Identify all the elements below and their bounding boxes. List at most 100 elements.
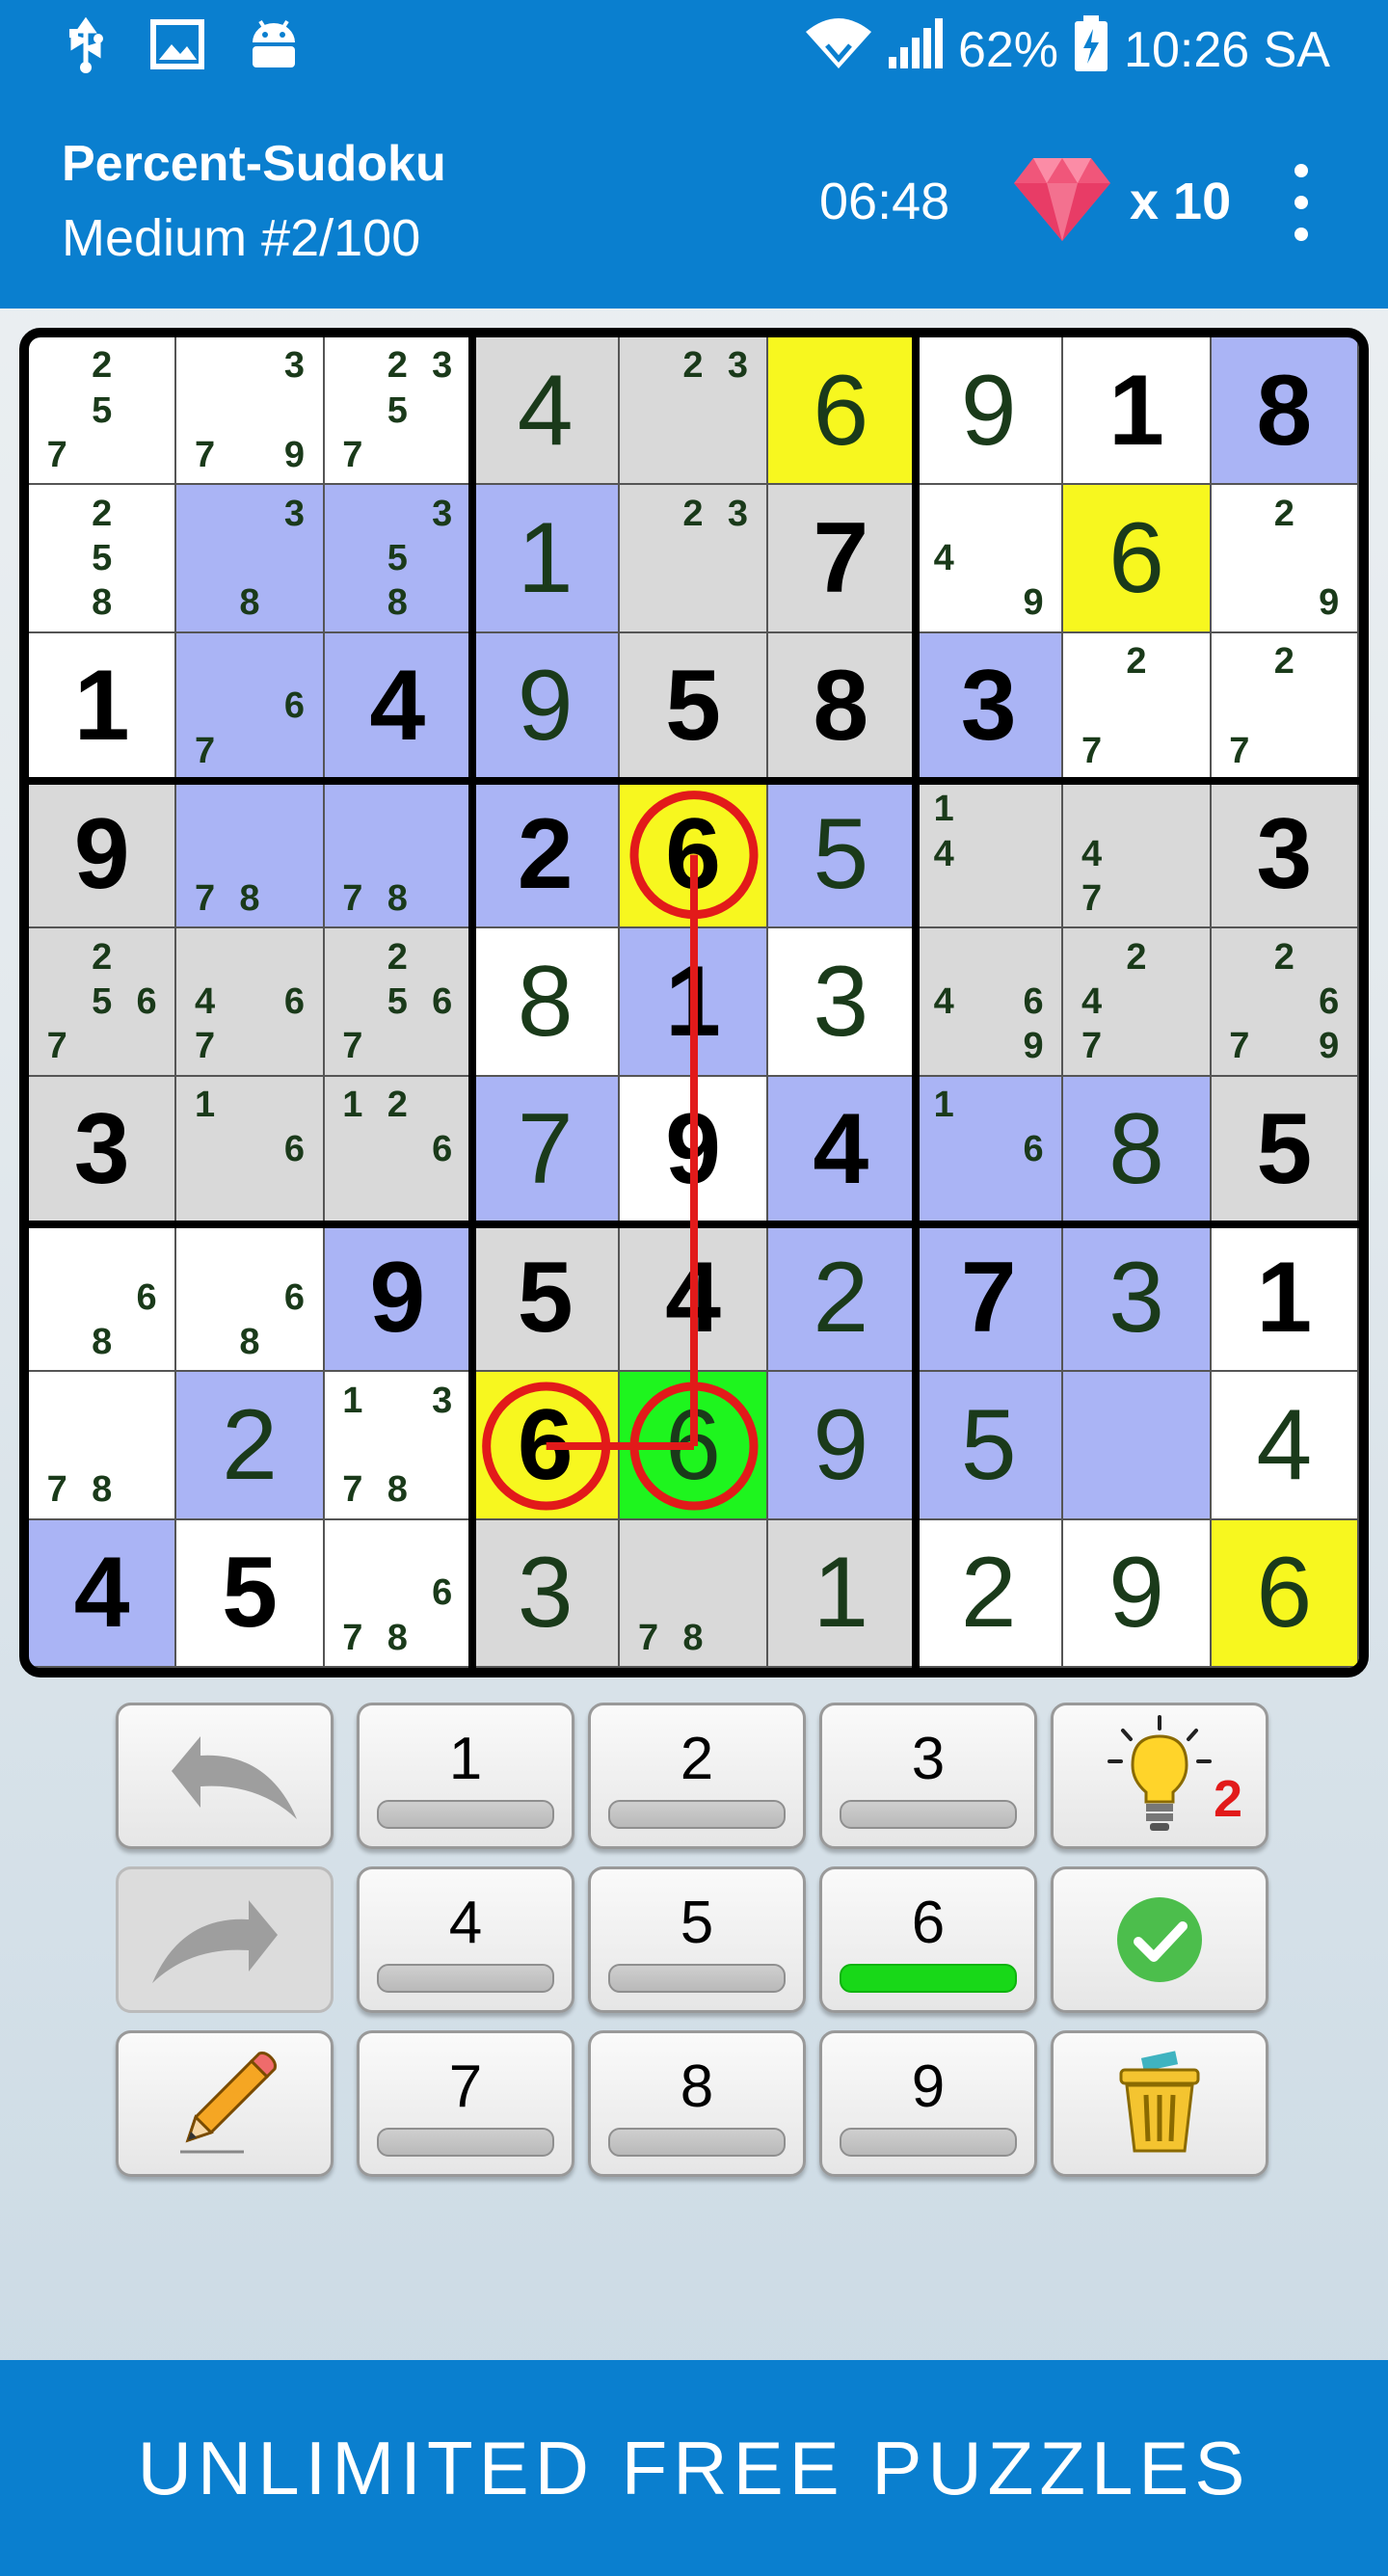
sudoku-cell[interactable]: 9 (324, 1224, 472, 1373)
sudoku-cell[interactable]: 2 (916, 1519, 1064, 1668)
sudoku-cell[interactable]: 257 (29, 337, 177, 486)
sudoku-cell[interactable]: 23 (620, 485, 768, 633)
sudoku-cell[interactable]: 6 (620, 781, 768, 929)
sudoku-cell[interactable]: 47 (1063, 781, 1212, 929)
sudoku-cell[interactable]: 6 (767, 337, 916, 486)
sudoku-cell[interactable]: 8 (767, 632, 916, 781)
sudoku-cell[interactable]: 14 (916, 781, 1064, 929)
number-key-6[interactable]: 6 (819, 1866, 1037, 2013)
sudoku-cell[interactable]: 5 (472, 1224, 621, 1373)
sudoku-cell[interactable]: 78 (324, 781, 472, 929)
sudoku-cell[interactable]: 16 (916, 1076, 1064, 1224)
sudoku-cell[interactable]: 6 (472, 1372, 621, 1520)
sudoku-cell[interactable]: 1 3 78 (324, 1372, 472, 1520)
sudoku-cell[interactable]: 23 (620, 337, 768, 486)
sudoku-cell[interactable]: 38 (176, 485, 325, 633)
check-button[interactable] (1051, 1866, 1268, 2013)
sudoku-cell[interactable]: 4 (472, 337, 621, 486)
sudoku-cell[interactable]: 3 (767, 928, 916, 1077)
sudoku-cell[interactable]: 4 6 7 (176, 928, 325, 1077)
promo-banner[interactable]: UNLIMITED FREE PUZZLES (0, 2360, 1388, 2576)
sudoku-cell[interactable]: 4 (324, 632, 472, 781)
more-options-icon[interactable] (1282, 164, 1321, 241)
number-key-9[interactable]: 9 (819, 2030, 1037, 2177)
delete-button[interactable] (1051, 2030, 1268, 2177)
number-key-8[interactable]: 8 (588, 2030, 806, 2177)
undo-button[interactable] (116, 1703, 334, 1849)
sudoku-cell[interactable]: 358 (324, 485, 472, 633)
sudoku-cell[interactable]: 9 (620, 1076, 768, 1224)
number-key-1[interactable]: 1 (357, 1703, 574, 1849)
sudoku-cell[interactable]: 2 (767, 1224, 916, 1373)
sudoku-cell[interactable]: 6 (620, 1372, 768, 1520)
number-key-2[interactable]: 2 (588, 1703, 806, 1849)
sudoku-cell[interactable]: 3 7 9 (176, 337, 325, 486)
sudoku-cell[interactable]: 4 69 (916, 928, 1064, 1077)
pencil-note (182, 934, 227, 979)
sudoku-cell[interactable]: 256 7 (324, 928, 472, 1077)
sudoku-cell[interactable]: 7 (916, 1224, 1064, 1373)
sudoku-cell[interactable]: 78 (29, 1372, 177, 1520)
pencil-button[interactable] (116, 2030, 334, 2177)
sudoku-cell[interactable]: 9 (1063, 1519, 1212, 1668)
sudoku-cell[interactable]: 3 (1063, 1224, 1212, 1373)
sudoku-cell[interactable]: 1 (1211, 1224, 1359, 1373)
sudoku-cell[interactable]: 2 (176, 1372, 325, 1520)
redo-button[interactable] (116, 1866, 334, 2013)
sudoku-cell[interactable]: 2 (472, 781, 621, 929)
sudoku-cell[interactable]: 3 (472, 1519, 621, 1668)
sudoku-cell[interactable]: 5 (916, 1372, 1064, 1520)
sudoku-cell[interactable]: 16 (176, 1076, 325, 1224)
sudoku-cell[interactable]: 29 (1211, 485, 1359, 633)
sudoku-cell[interactable]: 4 (1211, 1372, 1359, 1520)
sudoku-cell[interactable]: 3 (29, 1076, 177, 1224)
number-key-5[interactable]: 5 (588, 1866, 806, 2013)
sudoku-cell[interactable]: 4 (767, 1076, 916, 1224)
sudoku-cell[interactable]: 1 (767, 1519, 916, 1668)
sudoku-cell[interactable]: 9 (472, 632, 621, 781)
sudoku-cell[interactable]: 4 (620, 1224, 768, 1373)
sudoku-cell[interactable]: 6 (1211, 1519, 1359, 1668)
sudoku-cell[interactable]: 2357 (324, 337, 472, 486)
sudoku-cell[interactable]: 1 (472, 485, 621, 633)
sudoku-cell[interactable]: 27 (1063, 632, 1212, 781)
sudoku-cell[interactable]: 8 (1063, 1076, 1212, 1224)
sudoku-cell[interactable]: 5 (767, 781, 916, 929)
sudoku-cell[interactable]: 7 (472, 1076, 621, 1224)
sudoku-cell[interactable]: 27 (1211, 632, 1359, 781)
number-key-3[interactable]: 3 (819, 1703, 1037, 1849)
sudoku-cell[interactable]: 7 (767, 485, 916, 633)
sudoku-cell[interactable]: 5 (176, 1519, 325, 1668)
sudoku-cell[interactable]: 126 (324, 1076, 472, 1224)
sudoku-cell[interactable]: 6 78 (324, 1519, 472, 1668)
sudoku-cell[interactable]: 8 (472, 928, 621, 1077)
sudoku-cell[interactable]: 1 (29, 632, 177, 781)
sudoku-cell[interactable]: 9 (767, 1372, 916, 1520)
sudoku-cell[interactable]: 26 7 9 (1211, 928, 1359, 1077)
sudoku-cell[interactable]: 3 (1211, 781, 1359, 929)
sudoku-cell[interactable]: 3 (916, 632, 1064, 781)
sudoku-cell[interactable]: 256 7 (29, 928, 177, 1077)
sudoku-cell[interactable]: 1 (1063, 337, 1212, 486)
sudoku-cell[interactable]: 67 (176, 632, 325, 781)
sudoku-cell[interactable]: 78 (620, 1519, 768, 1668)
sudoku-cell[interactable] (1063, 1372, 1212, 1520)
sudoku-cell[interactable]: 9 (916, 337, 1064, 486)
gem-icon[interactable] (1012, 154, 1112, 248)
sudoku-cell[interactable]: 247 (1063, 928, 1212, 1077)
sudoku-cell[interactable]: 5 (620, 632, 768, 781)
sudoku-cell[interactable]: 6 (1063, 485, 1212, 633)
sudoku-cell[interactable]: 8 (1211, 337, 1359, 486)
sudoku-cell[interactable]: 4 (29, 1519, 177, 1668)
hint-button[interactable]: 2 (1051, 1703, 1268, 1849)
sudoku-cell[interactable]: 1 (620, 928, 768, 1077)
sudoku-cell[interactable]: 49 (916, 485, 1064, 633)
sudoku-cell[interactable]: 78 (176, 781, 325, 929)
sudoku-cell[interactable]: 68 (176, 1224, 325, 1373)
number-key-4[interactable]: 4 (357, 1866, 574, 2013)
sudoku-cell[interactable]: 5 (1211, 1076, 1359, 1224)
sudoku-cell[interactable]: 68 (29, 1224, 177, 1373)
number-key-7[interactable]: 7 (357, 2030, 574, 2177)
sudoku-cell[interactable]: 258 (29, 485, 177, 633)
sudoku-cell[interactable]: 9 (29, 781, 177, 929)
